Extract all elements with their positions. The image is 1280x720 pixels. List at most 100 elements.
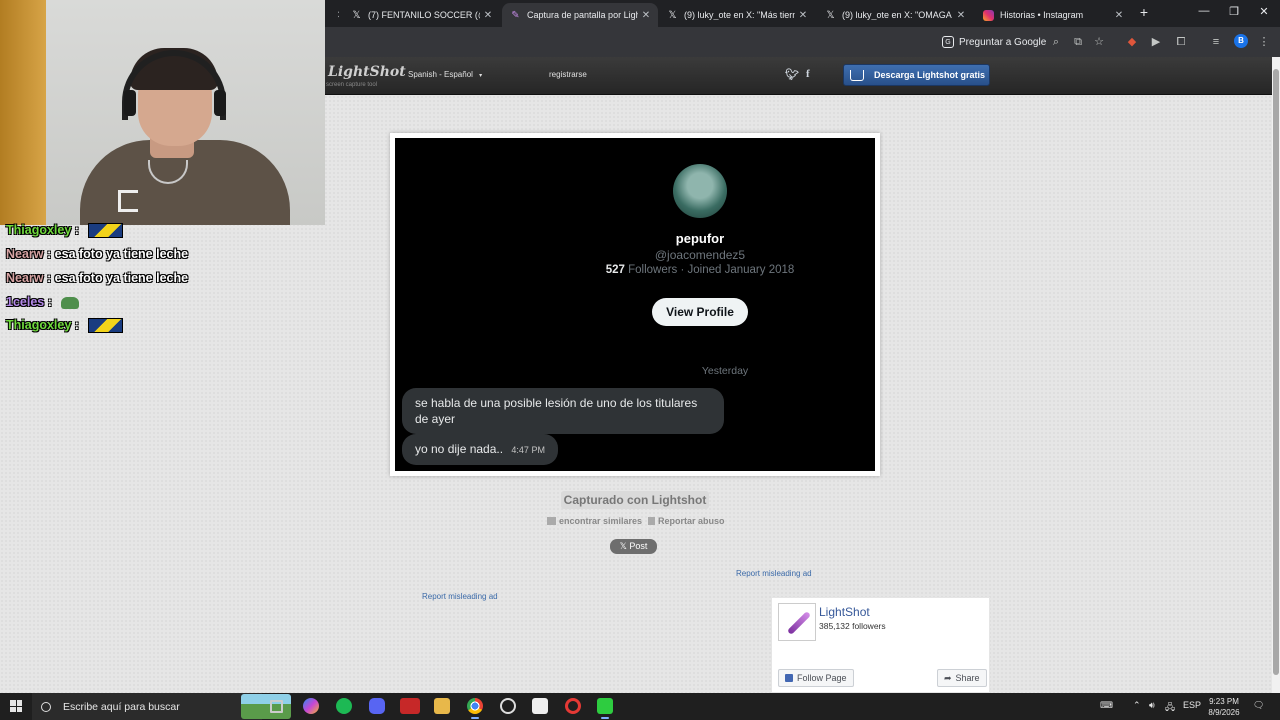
zoom-icon[interactable]: ⌕ <box>1049 35 1063 49</box>
fb-followers: 385,132 followers <box>819 621 886 631</box>
obs-icon[interactable] <box>500 698 516 714</box>
flag-icon <box>648 517 655 525</box>
taskbar-search[interactable]: Escribe aquí para buscar <box>32 693 291 720</box>
close-icon[interactable]: ✕ <box>638 10 654 21</box>
restore-icon[interactable]: ❐ <box>1227 5 1241 18</box>
profile-handle: @joacomendez5 <box>654 248 746 262</box>
post-label: Post <box>629 541 648 551</box>
followers-count: 527 <box>605 264 625 276</box>
profile-stats: 527 Followers · Joined January 2018 <box>395 264 875 276</box>
tab-overflow[interactable]: ✕ <box>325 3 339 27</box>
network-icon[interactable]: 🖧 <box>1165 700 1175 716</box>
volume-icon[interactable]: 🔊︎ <box>1149 700 1155 711</box>
message-time: 4:47 PM <box>511 445 545 455</box>
lightshot-feather-icon: ✎ <box>511 9 520 21</box>
taskbar-clock[interactable]: 9:23 PM 8/9/2026 <box>1202 696 1246 718</box>
input-language[interactable]: ESP <box>1183 700 1201 710</box>
kick-icon[interactable] <box>597 698 613 719</box>
search-placeholder: Escribe aquí para buscar <box>63 700 180 713</box>
facebook-page-widget: LightShot 385,132 followers Follow Page … <box>771 597 990 693</box>
new-tab-button[interactable]: + <box>1136 4 1152 22</box>
fb-page-name[interactable]: LightShot <box>819 605 870 619</box>
notification-icon[interactable]: 🗨︎ <box>1253 700 1264 711</box>
car-emote-icon <box>88 318 124 334</box>
windows-start-icon[interactable] <box>10 700 22 712</box>
x-post-button[interactable]: 𝕏 Post <box>610 539 657 554</box>
webcam-overlay <box>0 0 325 225</box>
bookmark-star-icon[interactable]: ☆ <box>1092 35 1106 49</box>
frog-emote-icon <box>61 296 80 309</box>
tab-title: Captura de pantalla por Lightshot <box>527 10 638 20</box>
download-lightshot-button[interactable]: Descarga Lightshot gratis <box>843 64 990 86</box>
chat-username: Thiagoxley <box>6 223 72 237</box>
find-similar-link[interactable]: encontrar similares <box>547 516 642 526</box>
report-abuse-link[interactable]: Reportar abuso <box>648 516 725 526</box>
message-bubble: yo no dije nada.. 4:47 PM <box>402 434 558 465</box>
profile-avatar[interactable]: B <box>1234 34 1248 48</box>
keyboard-icon[interactable]: ⌨ <box>1100 700 1113 711</box>
close-icon[interactable]: ✕ <box>953 10 969 21</box>
chat-message: 1celes : <box>6 295 80 309</box>
chrome-icon[interactable] <box>467 698 483 719</box>
tab-title: (7) FENTANILO SOCCER (@fentanilo... <box>368 10 480 20</box>
close-icon[interactable]: ✕ <box>333 10 339 21</box>
register-link[interactable]: registrarse <box>549 70 587 79</box>
language-selector[interactable]: Spanish - Español ▾ <box>408 70 482 79</box>
view-profile-button: View Profile <box>652 298 748 326</box>
report-misleading-ad-link[interactable]: Report misleading ad <box>422 592 498 601</box>
x-icon: 𝕏 <box>352 9 361 21</box>
ask-google-button[interactable]: G Preguntar a Google <box>942 33 1046 51</box>
report-misleading-ad-link[interactable]: Report misleading ad <box>736 569 812 578</box>
share-button[interactable]: ➦ Share <box>937 669 987 687</box>
extensions-puzzle-icon[interactable]: ⧠ <box>1174 35 1188 49</box>
captured-with-lightshot: Capturado con Lightshot <box>561 491 709 509</box>
tray-chevron-icon[interactable]: ⌃ <box>1133 700 1141 711</box>
lens-icon: G <box>942 36 954 48</box>
chevron-down-icon: ▾ <box>479 73 483 79</box>
close-icon[interactable]: ✕ <box>480 10 496 21</box>
copilot-icon[interactable] <box>303 698 319 714</box>
tab-title: Historias • Instagram <box>1000 10 1084 20</box>
twitter-icon[interactable]: 🐦︎ <box>785 68 799 81</box>
lightshot-logo[interactable]: LightShot <box>328 64 406 80</box>
menu-kebab-icon[interactable]: ⋮ <box>1257 35 1271 49</box>
search-highlight-image <box>241 694 291 719</box>
lightshot-tagline: screen capture tool <box>326 82 378 88</box>
minimize-icon[interactable]: — <box>1197 5 1211 17</box>
tab-luky-ote-2[interactable]: 𝕏 (9) luky_ote en X: "OMAGA http ✕ <box>817 3 973 27</box>
chat-username: Thiagoxley <box>6 318 72 332</box>
close-icon[interactable]: ✕ <box>1111 10 1127 21</box>
screenshot-image[interactable]: pepufor @joacomendez5 527 Followers · Jo… <box>395 138 875 471</box>
close-icon[interactable]: ✕ <box>795 10 811 21</box>
windows-taskbar: Escribe aquí para buscar ⌨ ⌃ 🔊︎ 🖧 ESP 9:… <box>0 693 1280 720</box>
facebook-icon[interactable]: f <box>806 68 810 80</box>
tab-luky-ote-1[interactable]: 𝕏 (9) luky_ote en X: "Más tiernas" ✕ <box>659 3 815 27</box>
facebook-icon <box>785 674 793 682</box>
chat-message: Thiagoxley : <box>6 318 124 334</box>
opera-icon[interactable] <box>565 698 581 714</box>
tab-lightshot[interactable]: ✎ Captura de pantalla por Lightshot ✕ <box>502 3 658 27</box>
lightshot-page-logo[interactable] <box>778 603 816 641</box>
game-app-icon[interactable] <box>400 698 420 714</box>
chat-message: Nearw : esa foto ya tiene leche <box>6 247 189 261</box>
follow-page-button[interactable]: Follow Page <box>778 669 854 687</box>
tab-fentanilo[interactable]: 𝕏 (7) FENTANILO SOCCER (@fentanilo... ✕ <box>343 3 500 27</box>
task-view-icon[interactable] <box>270 700 283 713</box>
chat-message: Thiagoxley : <box>6 223 124 239</box>
file-explorer-icon[interactable] <box>434 698 450 714</box>
reading-list-icon[interactable]: ≡ <box>1209 35 1223 49</box>
extension-play-icon[interactable]: ▶ <box>1149 35 1163 49</box>
spotify-icon[interactable] <box>336 698 352 714</box>
follow-label: Follow Page <box>797 673 847 683</box>
scroll-thumb[interactable] <box>1273 69 1279 675</box>
window-close-icon[interactable]: ✕ <box>1257 5 1271 18</box>
message-text: se habla de una posible lesión de uno de… <box>415 396 698 426</box>
message-text: yo no dije nada.. <box>415 442 504 456</box>
capcut-icon[interactable] <box>532 698 548 714</box>
install-app-icon[interactable]: ⧉ <box>1071 35 1085 49</box>
discord-icon[interactable] <box>369 698 385 714</box>
page-scrollbar[interactable] <box>1272 57 1280 693</box>
extension-fox-icon[interactable]: ◆ <box>1125 35 1139 49</box>
instagram-icon <box>983 9 994 21</box>
tab-instagram[interactable]: Historias • Instagram ✕ <box>975 3 1131 27</box>
